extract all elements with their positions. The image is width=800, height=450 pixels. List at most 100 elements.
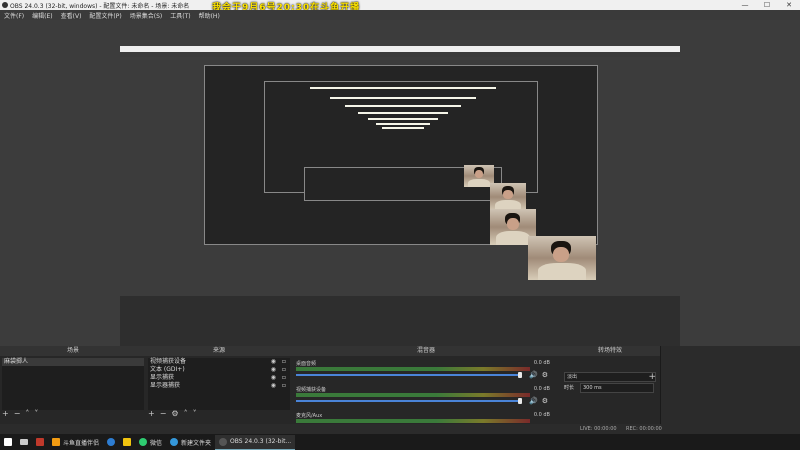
edge-icon[interactable] <box>103 435 119 449</box>
folder-icon <box>170 438 179 446</box>
sources-list: 视频捕获设备 ◉ ▫ 文本 (GDI+) ◉ ▫ 显示捕获 ◉ ▫ 显示器捕获 … <box>148 358 290 410</box>
window-titlebar: OBS 24.0.3 (32-bit, windows) - 配置文件: 未命名… <box>0 0 800 10</box>
add-source-button[interactable]: + <box>148 409 155 418</box>
menu-profile[interactable]: 配置文件(P) <box>85 10 125 20</box>
duration-label: 时长 <box>564 385 575 391</box>
windows-taskbar: 斗鱼直播伴侣 微信 新建文件夹 OBS 24.0.3 (32-bit... <box>0 434 800 450</box>
mixer-dock: 混音器 桌面音频 0.0 dB 🔊 ⚙ 视频捕获设备 0.0 dB 🔊 ⚙ 麦克… <box>292 346 561 434</box>
task-view-icon[interactable] <box>16 435 32 449</box>
gear-icon[interactable]: ⚙ <box>171 409 178 418</box>
wechat-icon <box>139 438 148 446</box>
maximize-button[interactable]: ☐ <box>756 0 778 10</box>
windows-start-icon[interactable] <box>0 435 16 449</box>
live-status: LIVE: 00:00:00 <box>580 426 617 432</box>
nested-line <box>376 123 430 125</box>
channel-db: 0.0 dB <box>533 412 550 418</box>
mixer-channel: 视频捕获设备 0.0 dB 🔊 ⚙ <box>296 386 550 408</box>
rec-status: REC: 00:00:00 <box>626 426 662 432</box>
transition-select[interactable]: 淡出 <box>564 372 656 382</box>
captured-obs-window <box>120 46 680 362</box>
move-up-icon[interactable]: ˄ <box>25 409 29 418</box>
media-icon[interactable] <box>32 435 48 449</box>
volume-fader[interactable] <box>296 400 520 402</box>
taskbar-item-douyu[interactable]: 斗鱼直播伴侣 <box>48 435 103 449</box>
volume-fader-handle[interactable] <box>518 372 522 378</box>
taskbar-label: 斗鱼直播伴侣 <box>63 439 100 447</box>
visibility-eye-icon[interactable]: ◉ <box>271 358 276 366</box>
volume-meter <box>296 393 530 397</box>
preview-canvas[interactable] <box>0 20 800 450</box>
scenes-toolbar: + − ˄ ˅ <box>2 409 38 418</box>
menu-tools[interactable]: 工具(T) <box>166 10 194 20</box>
visibility-eye-icon[interactable]: ◉ <box>271 374 276 382</box>
move-down-icon[interactable]: ˅ <box>34 409 38 418</box>
speaker-icon[interactable]: 🔊 <box>529 371 538 379</box>
menu-scene-collection[interactable]: 场景集合(S) <box>126 10 167 20</box>
gear-icon[interactable]: ⚙ <box>542 397 548 405</box>
source-item[interactable]: 文本 (GDI+) ◉ ▫ <box>148 366 290 374</box>
scenes-list: 麻袋掷人 <box>2 358 144 410</box>
gear-icon[interactable]: ⚙ <box>542 371 548 379</box>
volume-meter <box>296 367 530 371</box>
move-up-icon[interactable]: ˄ <box>184 409 188 418</box>
scene-item[interactable]: 麻袋掷人 <box>2 358 144 366</box>
source-label: 显示捕获 <box>150 374 175 381</box>
obs-icon <box>2 2 8 8</box>
source-label: 文本 (GDI+) <box>150 366 185 373</box>
remove-source-button[interactable]: − <box>160 409 167 418</box>
volume-fader-handle[interactable] <box>518 398 522 404</box>
duration-field[interactable]: 300 ms <box>580 383 654 393</box>
status-bar: LIVE: 00:00:00 REC: 00:00:00 <box>0 424 800 434</box>
taskbar-item-folder[interactable]: 新建文件夹 <box>166 435 215 449</box>
channel-name: 视频捕获设备 <box>296 387 327 393</box>
channel-db: 0.0 dB <box>533 360 550 366</box>
volume-fader[interactable] <box>296 374 520 376</box>
lock-icon[interactable]: ▫ <box>282 382 286 390</box>
visibility-eye-icon[interactable]: ◉ <box>271 382 276 390</box>
add-transition-button[interactable]: + <box>648 372 656 382</box>
obs-icon <box>219 437 228 446</box>
douyu-icon <box>52 438 60 446</box>
sources-dock: 来源 视频捕获设备 ◉ ▫ 文本 (GDI+) ◉ ▫ 显示捕获 ◉ ▫ 显示器… <box>146 346 293 434</box>
volume-meter <box>296 419 530 423</box>
window-title: OBS 24.0.3 (32-bit, windows) - 配置文件: 未命名… <box>10 3 190 10</box>
visibility-eye-icon[interactable]: ◉ <box>271 366 276 374</box>
source-label: 显示器捕获 <box>150 382 181 389</box>
lock-icon[interactable]: ▫ <box>282 366 286 374</box>
channel-name: 桌面音频 <box>296 361 317 367</box>
taskbar-label: 微信 <box>150 439 163 447</box>
speaker-icon[interactable]: 🔊 <box>529 397 538 405</box>
taskbar-label: OBS 24.0.3 (32-bit... <box>230 438 292 445</box>
source-label: 视频捕获设备 <box>150 358 187 365</box>
mixer-dock-title: 混音器 <box>292 346 560 356</box>
taskbar-item-wechat[interactable]: 微信 <box>135 435 166 449</box>
menu-edit[interactable]: 编辑(E) <box>28 10 56 20</box>
window-controls: — ☐ ✕ <box>734 0 800 10</box>
docks-panel: 场景 麻袋掷人 + − ˄ ˅ 来源 视频捕获设备 ◉ ▫ 文本 (GDI+) … <box>0 346 800 434</box>
mixer-channel: 桌面音频 0.0 dB 🔊 ⚙ <box>296 360 550 382</box>
lock-icon[interactable]: ▫ <box>282 374 286 382</box>
menu-help[interactable]: 帮助(H) <box>195 10 224 20</box>
file-explorer-icon[interactable] <box>119 435 135 449</box>
source-item[interactable]: 显示捕获 ◉ ▫ <box>148 374 290 382</box>
source-item[interactable]: 显示器捕获 ◉ ▫ <box>148 382 290 390</box>
source-item[interactable]: 视频捕获设备 ◉ ▫ <box>148 358 290 366</box>
add-scene-button[interactable]: + <box>2 409 9 418</box>
menu-file[interactable]: 文件(F) <box>0 10 28 20</box>
channel-name: 麦克风/Aux <box>296 413 323 419</box>
scenes-dock: 场景 麻袋掷人 + − ˄ ˅ <box>0 346 147 434</box>
transitions-dock: 转场特效 淡出 + 时长 300 ms <box>560 346 661 434</box>
sources-toolbar: + − ⚙ ˄ ˅ <box>148 409 197 418</box>
lock-icon[interactable]: ▫ <box>282 358 286 366</box>
menu-view[interactable]: 查看(V) <box>57 10 86 20</box>
minimize-button[interactable]: — <box>734 0 756 10</box>
transitions-dock-title: 转场特效 <box>560 346 660 356</box>
webcam-feed <box>490 183 526 211</box>
taskbar-item-obs[interactable]: OBS 24.0.3 (32-bit... <box>215 434 296 450</box>
close-button[interactable]: ✕ <box>778 0 800 10</box>
remove-scene-button[interactable]: − <box>14 409 21 418</box>
menu-bar: 文件(F) 编辑(E) 查看(V) 配置文件(P) 场景集合(S) 工具(T) … <box>0 10 800 20</box>
captured-preview <box>120 57 680 362</box>
move-down-icon[interactable]: ˅ <box>193 409 197 418</box>
sources-dock-title: 来源 <box>146 346 292 356</box>
